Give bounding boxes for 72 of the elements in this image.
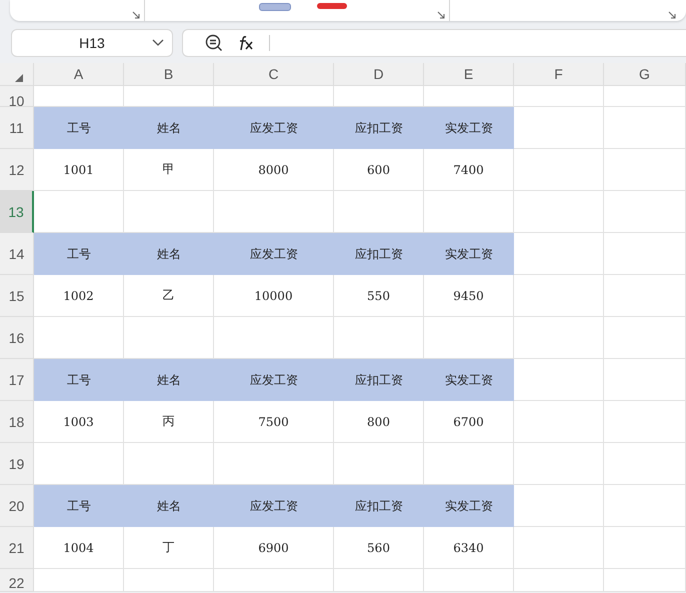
table-cell: 6340: [424, 527, 514, 569]
column-heading-cell: 应扣工资: [334, 107, 424, 149]
zoom-out-icon[interactable]: [205, 34, 223, 52]
column-header[interactable]: C: [214, 63, 334, 86]
column-header[interactable]: G: [604, 63, 686, 86]
row-header[interactable]: 15: [0, 275, 34, 317]
table-cell: 乙: [124, 275, 214, 317]
select-all-icon[interactable]: [14, 73, 24, 83]
column-heading-cell: 应发工资: [214, 485, 334, 527]
row-header[interactable]: 20: [0, 485, 34, 527]
column-heading-cell: 应扣工资: [334, 233, 424, 275]
table-cell: 1002: [34, 275, 124, 317]
row-header[interactable]: 19: [0, 443, 34, 485]
table-cell: 丙: [124, 401, 214, 443]
column-header[interactable]: D: [334, 63, 424, 86]
column-header[interactable]: B: [124, 63, 214, 86]
row-header[interactable]: 13: [0, 191, 34, 233]
table-cell: 7500: [214, 401, 334, 443]
font-color-icon[interactable]: [317, 3, 347, 9]
column-heading-cell: 应扣工资: [334, 485, 424, 527]
row-header[interactable]: 17: [0, 359, 34, 401]
table-cell: 550: [334, 275, 424, 317]
table-cell: 1004: [34, 527, 124, 569]
column-heading-cell: 工号: [34, 485, 124, 527]
column-heading-cell: 姓名: [124, 233, 214, 275]
table-cell: 7400: [424, 149, 514, 191]
name-box[interactable]: H13: [11, 29, 173, 57]
row-header[interactable]: 12: [0, 149, 34, 191]
table-cell: 9450: [424, 275, 514, 317]
table-cell: 丁: [124, 527, 214, 569]
row-header[interactable]: 11: [0, 107, 34, 149]
column-header[interactable]: F: [514, 63, 604, 86]
table-cell: 8000: [214, 149, 334, 191]
table-cell: 560: [334, 527, 424, 569]
caret-icon[interactable]: [152, 39, 164, 47]
expand-icon[interactable]: [132, 11, 140, 19]
column-heading-cell: 应发工资: [214, 107, 334, 149]
function-icon[interactable]: [237, 35, 255, 51]
fill-color-icon[interactable]: [259, 3, 291, 11]
column-heading-cell: 应扣工资: [334, 359, 424, 401]
table-cell: 10000: [214, 275, 334, 317]
column-heading-cell: 实发工资: [424, 107, 514, 149]
table-cell: 6700: [424, 401, 514, 443]
row-header[interactable]: 14: [0, 233, 34, 275]
column-header[interactable]: A: [34, 63, 124, 86]
column-heading-cell: 姓名: [124, 485, 214, 527]
table-cell: 1001: [34, 149, 124, 191]
expand-icon[interactable]: [437, 11, 445, 19]
column-heading-cell: 实发工资: [424, 485, 514, 527]
expand-icon[interactable]: [668, 11, 676, 19]
formula-field[interactable]: [182, 29, 686, 57]
row-header[interactable]: 10: [0, 86, 34, 107]
row-header[interactable]: 16: [0, 317, 34, 359]
table-cell: 1003: [34, 401, 124, 443]
column-heading-cell: 应发工资: [214, 359, 334, 401]
select-all-corner[interactable]: [0, 63, 34, 86]
table-cell: 6900: [214, 527, 334, 569]
column-heading-cell: 应发工资: [214, 233, 334, 275]
table-cell: 甲: [124, 149, 214, 191]
table-cell: 800: [334, 401, 424, 443]
column-header[interactable]: E: [424, 63, 514, 86]
column-heading-cell: 实发工资: [424, 359, 514, 401]
column-heading-cell: 工号: [34, 359, 124, 401]
column-heading-cell: 姓名: [124, 359, 214, 401]
table-cell: 600: [334, 149, 424, 191]
row-header[interactable]: 18: [0, 401, 34, 443]
column-heading-cell: 姓名: [124, 107, 214, 149]
column-heading-cell: 实发工资: [424, 233, 514, 275]
column-heading-cell: 工号: [34, 107, 124, 149]
row-header[interactable]: 21: [0, 527, 34, 569]
column-heading-cell: 工号: [34, 233, 124, 275]
row-header[interactable]: 22: [0, 569, 34, 592]
